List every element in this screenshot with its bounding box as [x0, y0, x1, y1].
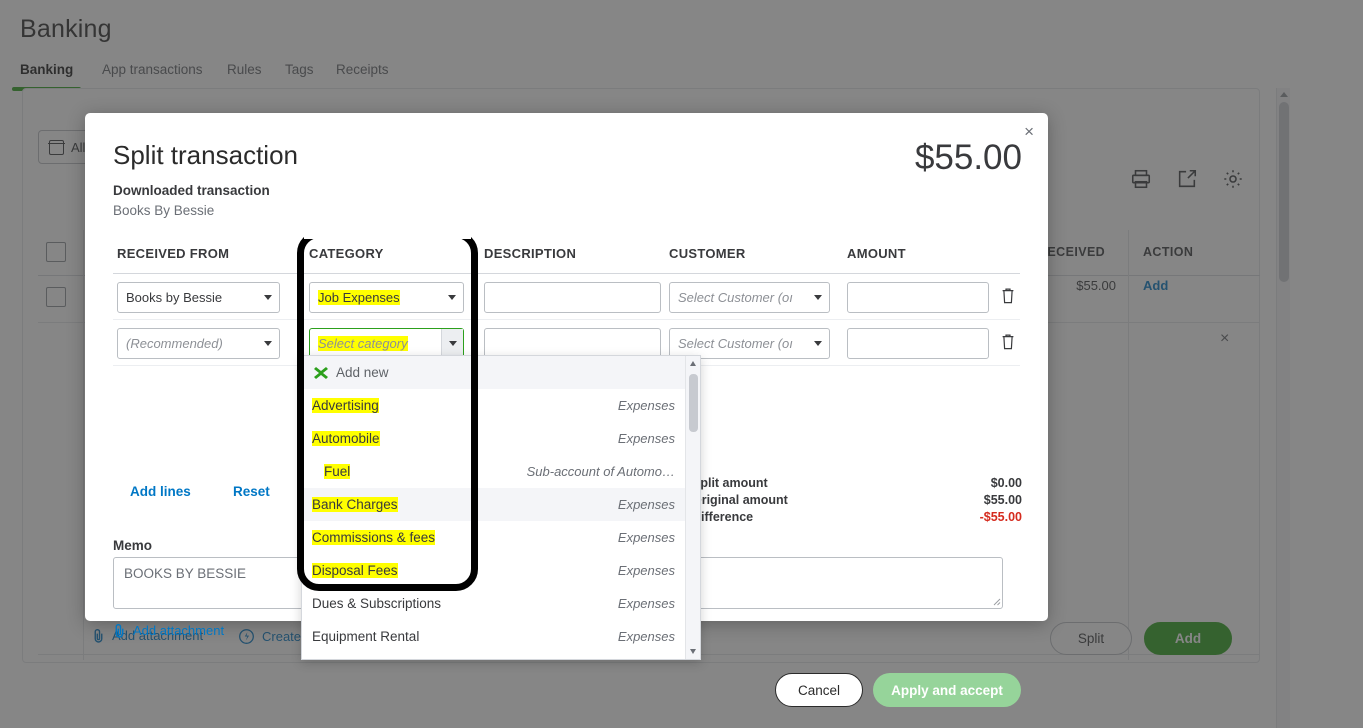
customer-value-2: Select Customer (oı — [678, 336, 793, 351]
screen: Banking Banking App transactions Rules T… — [0, 0, 1363, 728]
dropdown-option[interactable]: Dues & Subscriptions Expenses — [302, 587, 685, 620]
dropdown-add-new[interactable]: Add new — [302, 356, 685, 389]
category-dropdown: Add new Advertising Expenses Automobile … — [301, 355, 701, 660]
split-summary: Split amount $0.00 Original amount $55.0… — [692, 475, 1022, 526]
amount-input-2[interactable] — [847, 328, 989, 359]
amount-input-1[interactable] — [847, 282, 989, 313]
col-category: CATEGORY — [309, 246, 384, 261]
cancel-button[interactable]: Cancel — [775, 673, 863, 707]
close-icon[interactable]: × — [1024, 123, 1034, 140]
split-lines-table: RECEIVED FROM CATEGORY DESCRIPTION CUSTO… — [113, 238, 1020, 366]
annotation-mask — [304, 231, 471, 239]
option-label: Automobile — [312, 431, 380, 446]
received-from-select-1[interactable]: Books by Bessie — [117, 282, 280, 313]
option-label: Commissions & fees — [312, 530, 436, 545]
dropdown-option[interactable]: Bank Charges Expenses — [302, 488, 685, 521]
option-type: Expenses — [617, 629, 675, 644]
summary-label-split: Split amount — [692, 476, 768, 490]
dropdown-option[interactable]: Equipment Rental Expenses — [302, 620, 685, 653]
summary-row-difference: Difference -$55.00 — [692, 509, 1022, 526]
option-type: Expenses — [617, 398, 675, 413]
summary-label-difference: Difference — [692, 510, 754, 524]
summary-value-original: $55.00 — [983, 493, 1022, 507]
scroll-down-arrow[interactable] — [690, 649, 696, 654]
option-label: Fuel — [324, 464, 351, 479]
option-label: Disposal Fees — [312, 563, 398, 578]
received-from-value-2: (Recommended) — [126, 336, 223, 351]
dropdown-option[interactable]: Advertising Expenses — [302, 389, 685, 422]
option-type: Expenses — [617, 497, 675, 512]
memo-label: Memo — [113, 538, 153, 553]
category-value-1: Job Expenses — [318, 290, 400, 305]
option-label: Advertising — [312, 398, 379, 413]
col-customer: CUSTOMER — [669, 246, 746, 261]
option-label: Bank Charges — [312, 497, 398, 512]
customer-select-1[interactable]: Select Customer (oı — [669, 282, 830, 313]
col-received-from: RECEIVED FROM — [117, 246, 230, 261]
reset-link[interactable]: Reset — [233, 484, 270, 499]
add-new-label: Add new — [336, 365, 389, 380]
option-label: Equipment Rental — [312, 629, 420, 644]
split-line-row: Books by Bessie Job Expenses Select Cust… — [113, 274, 1020, 320]
option-label: Dues & Subscriptions — [312, 596, 442, 611]
option-type: Expenses — [617, 431, 675, 446]
scroll-thumb[interactable] — [689, 374, 698, 432]
option-type: Sub-account of Automo… — [526, 464, 675, 479]
option-type: Expenses — [617, 530, 675, 545]
apply-and-accept-button[interactable]: Apply and accept — [873, 673, 1021, 707]
split-header-row: RECEIVED FROM CATEGORY DESCRIPTION CUSTO… — [113, 238, 1020, 274]
summary-row-split: Split amount $0.00 — [692, 475, 1022, 492]
dropdown-option[interactable]: Automobile Expenses — [302, 422, 685, 455]
downloaded-label: Downloaded transaction — [113, 183, 270, 198]
col-amount: AMOUNT — [847, 246, 906, 261]
chevron-down-icon[interactable] — [441, 329, 463, 358]
add-lines-link[interactable]: Add lines — [130, 484, 191, 499]
dropdown-option[interactable]: Fuel Sub-account of Automo… — [302, 455, 685, 488]
dropdown-scrollbar[interactable] — [685, 356, 700, 659]
chevron-down-icon — [264, 295, 272, 300]
transaction-amount: $55.00 — [914, 138, 1022, 177]
add-new-icon — [314, 367, 328, 379]
option-type: Expenses — [617, 563, 675, 578]
trash-icon[interactable] — [1001, 287, 1015, 304]
add-attachment-label: Add attachment — [133, 623, 225, 638]
summary-label-original: Original amount — [692, 493, 788, 507]
description-input-1[interactable] — [484, 282, 661, 313]
dropdown-option[interactable]: Commissions & fees Expenses — [302, 521, 685, 554]
received-from-select-2[interactable]: (Recommended) — [117, 328, 280, 359]
option-type: Expenses — [617, 596, 675, 611]
payee-name: Books By Bessie — [113, 203, 215, 218]
summary-value-difference: -$55.00 — [979, 510, 1022, 524]
resize-grip-icon[interactable] — [991, 596, 1001, 606]
dropdown-option[interactable]: Disposal Fees Expenses — [302, 554, 685, 587]
trash-icon[interactable] — [1001, 333, 1015, 350]
category-select-1[interactable]: Job Expenses — [309, 282, 464, 313]
scroll-up-arrow[interactable] — [690, 361, 696, 366]
category-option-list: Add new Advertising Expenses Automobile … — [302, 356, 685, 659]
chevron-down-icon — [814, 295, 822, 300]
dialog-title: Split transaction — [113, 140, 298, 170]
category-value-2: Select category — [318, 336, 408, 351]
chevron-down-icon — [264, 341, 272, 346]
received-from-value-1: Books by Bessie — [126, 290, 223, 305]
chevron-down-icon — [448, 295, 456, 300]
chevron-down-icon — [814, 341, 822, 346]
col-description: DESCRIPTION — [484, 246, 577, 261]
customer-value-1: Select Customer (oı — [678, 290, 793, 305]
summary-value-split: $0.00 — [990, 476, 1022, 490]
add-attachment-link[interactable]: Add attachment — [113, 623, 224, 638]
summary-row-original: Original amount $55.00 — [692, 492, 1022, 509]
paperclip-icon — [115, 623, 124, 638]
